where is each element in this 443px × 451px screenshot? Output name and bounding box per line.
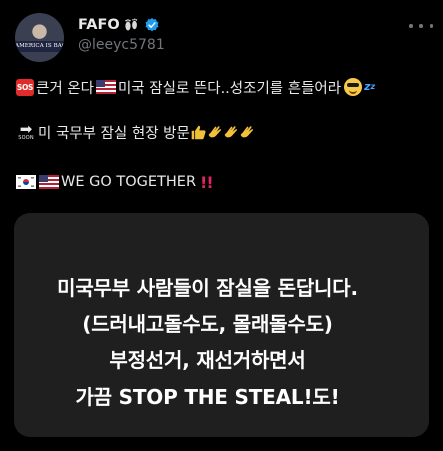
tweet-text-part: 미 국무부 잠실 현장 방문: [38, 125, 190, 142]
soon-arrow-icon: ➡ SOON: [16, 120, 36, 142]
korea-flag-icon: [16, 175, 36, 189]
media-text-line: 미국무부 사람들이 잠실을 돈답니다.: [57, 276, 358, 300]
us-flag-icon: [95, 80, 116, 94]
soon-label: SOON: [18, 135, 34, 141]
tweet-post: AMERICA IS BACK FAFO @leeyc5781 SOS 큰거 온…: [0, 0, 443, 451]
media-text-line: (드러내고돌수도, 몰래돌수도): [82, 312, 333, 336]
more-options-icon[interactable]: [409, 18, 433, 34]
tweet-line-3: WE GO TOGETHER !!: [16, 171, 214, 193]
sunglasses-face-icon: [344, 78, 363, 96]
verified-badge-icon[interactable]: [144, 17, 160, 33]
media-text-line: 부정선거, 재선거하면서: [109, 348, 306, 372]
more-dot: [409, 24, 413, 28]
us-flag-icon: [39, 175, 59, 189]
sos-icon: SOS: [16, 78, 34, 96]
display-name[interactable]: FAFO: [78, 17, 120, 33]
tweet-line-2: ➡ SOON 미 국무부 잠실 현장 방문: [16, 121, 255, 143]
thumbs-up-icon: [191, 125, 206, 139]
zzz-letter: z: [370, 82, 376, 91]
clapping-hands-icon: [240, 125, 253, 137]
avatar[interactable]: AMERICA IS BACK: [15, 13, 64, 62]
double-exclamation-icon: !!: [200, 172, 214, 192]
media-text-line: 가끔 STOP THE STEAL!도!: [75, 385, 340, 409]
author-name-row: FAFO: [78, 15, 160, 35]
clapping-hands-icon: [224, 125, 237, 137]
author-handle[interactable]: @leeyc5781: [78, 37, 165, 53]
arrow-right-icon: ➡: [19, 120, 33, 138]
more-dot: [419, 24, 423, 28]
tweet-text-part: WE GO TOGETHER: [61, 174, 197, 190]
more-dot: [429, 24, 433, 28]
clapping-hands-icon: [208, 125, 221, 137]
tweet-text-part: 미국 잠실로 뜬다..성조기를 흔들어라: [117, 80, 342, 97]
tweet-line-1: SOS 큰거 온다 미국 잠실로 뜬다..성조기를 흔들어라 zz: [16, 76, 375, 98]
avatar-caption: AMERICA IS BACK: [15, 41, 64, 52]
tweet-text-part: 큰거 온다: [36, 80, 94, 97]
footprints-icon: [125, 18, 137, 31]
sleep-zzz-icon: zz: [364, 81, 375, 93]
